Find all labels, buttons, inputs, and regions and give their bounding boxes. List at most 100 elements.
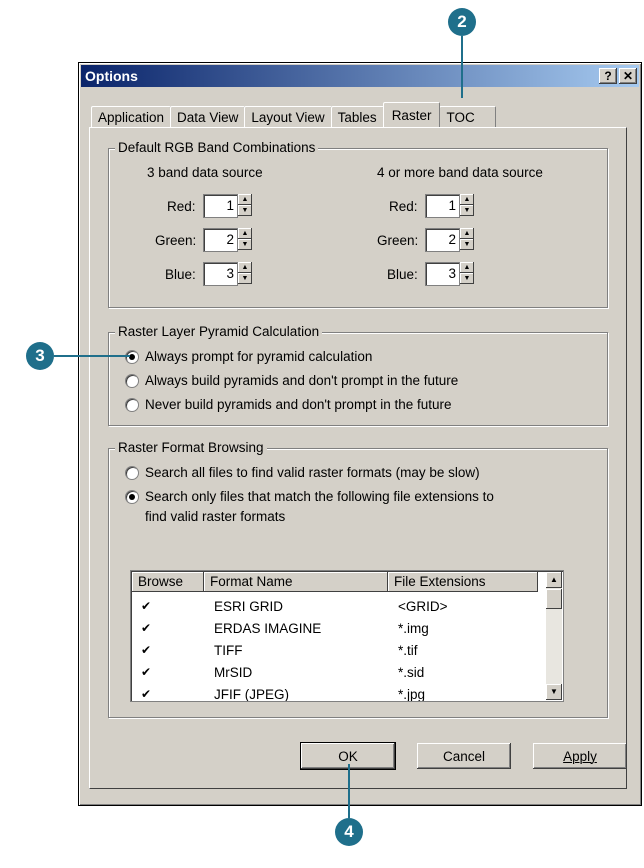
tab-layout-view[interactable]: Layout View: [244, 106, 332, 127]
checkbox-checked-icon[interactable]: ✔: [140, 644, 152, 656]
spin-up-icon[interactable]: ▲: [238, 262, 252, 273]
format-name: JFIF (JPEG): [214, 686, 289, 702]
rgb-band-group: Default RGB Band Combinations 3 band dat…: [108, 140, 608, 308]
title-bar: Options ? ✕: [81, 65, 639, 87]
three-band-blue-spinner[interactable]: 3 ▲ ▼: [203, 262, 253, 286]
dialog-title: Options: [85, 68, 138, 84]
callout-4-line: [348, 764, 350, 818]
pyramid-option-label: Never build pyramids and don't prompt in…: [145, 397, 452, 412]
pyramid-option-always-build[interactable]: Always build pyramids and don't prompt i…: [125, 373, 458, 388]
format-name: ERDAS IMAGINE: [214, 620, 322, 636]
three-band-green-label: Green:: [155, 233, 197, 248]
spin-up-icon[interactable]: ▲: [460, 228, 474, 239]
spin-down-icon[interactable]: ▼: [460, 239, 474, 250]
four-band-red-value[interactable]: 1: [425, 194, 460, 218]
three-band-red-spinner[interactable]: 1 ▲ ▼: [203, 194, 253, 218]
format-name: TIFF: [214, 642, 243, 658]
apply-button-label: Apply: [563, 748, 597, 764]
list-scrollbar[interactable]: ▲ ▼: [546, 572, 562, 700]
scroll-down-icon[interactable]: ▼: [546, 684, 562, 700]
checkbox-checked-icon[interactable]: ✔: [140, 688, 152, 700]
pyramid-group: Raster Layer Pyramid Calculation Always …: [108, 324, 608, 426]
scroll-thumb[interactable]: [546, 589, 562, 609]
browse-extensions-label: Search only files that match the followi…: [145, 489, 494, 504]
spin-up-icon[interactable]: ▲: [238, 194, 252, 205]
four-band-blue-spinner[interactable]: 3 ▲ ▼: [425, 262, 475, 286]
pyramid-option-prompt[interactable]: Always prompt for pyramid calculation: [125, 349, 372, 364]
list-row[interactable]: ✔ ERDAS IMAGINE *.img: [132, 617, 538, 639]
apply-button[interactable]: Apply: [533, 743, 627, 769]
callout-3-line: [54, 355, 130, 357]
radio-icon[interactable]: [125, 465, 139, 480]
file-extension: *.tif: [398, 642, 418, 658]
tab-data-view[interactable]: Data View: [170, 106, 246, 127]
checkbox-checked-icon[interactable]: ✔: [140, 666, 152, 678]
spin-up-icon[interactable]: ▲: [460, 262, 474, 273]
radio-icon[interactable]: [125, 373, 139, 388]
raster-tab-page: Default RGB Band Combinations 3 band dat…: [89, 127, 627, 789]
format-name: ESRI GRID: [214, 598, 284, 614]
spin-up-icon[interactable]: ▲: [238, 228, 252, 239]
rgb-band-legend: Default RGB Band Combinations: [115, 140, 319, 155]
raster-format-list[interactable]: Browse Format Name File Extensions ✔ ESR…: [130, 570, 564, 702]
three-band-blue-value[interactable]: 3: [203, 262, 238, 286]
tab-strip: Application Data View Layout View Tables…: [91, 102, 496, 127]
three-band-green-value[interactable]: 2: [203, 228, 238, 252]
tab-raster[interactable]: Raster: [382, 102, 441, 127]
spin-down-icon[interactable]: ▼: [460, 205, 474, 216]
format-name: MrSID: [214, 664, 253, 680]
pyramid-legend: Raster Layer Pyramid Calculation: [115, 324, 323, 339]
file-extension: <GRID>: [398, 598, 448, 614]
cancel-button[interactable]: Cancel: [417, 743, 511, 769]
four-band-blue-label: Blue:: [387, 267, 418, 282]
four-band-blue-value[interactable]: 3: [425, 262, 460, 286]
scroll-up-icon[interactable]: ▲: [546, 572, 562, 588]
help-button[interactable]: ?: [599, 68, 617, 84]
checkbox-checked-icon[interactable]: ✔: [140, 600, 152, 612]
three-band-green-spinner[interactable]: 2 ▲ ▼: [203, 228, 253, 252]
callout-3: 3: [26, 342, 54, 370]
four-band-green-spinner[interactable]: 2 ▲ ▼: [425, 228, 475, 252]
spin-down-icon[interactable]: ▼: [238, 239, 252, 250]
column-file-extensions[interactable]: File Extensions: [388, 572, 538, 592]
browse-extensions-label-continued: find valid raster formats: [145, 509, 286, 524]
checkbox-checked-icon[interactable]: ✔: [140, 622, 152, 634]
callout-4: 4: [335, 818, 363, 846]
callout-2-line: [461, 36, 463, 98]
three-band-red-label: Red:: [167, 199, 196, 214]
browse-extensions-option[interactable]: Search only files that match the followi…: [125, 489, 494, 504]
list-header: Browse Format Name File Extensions: [132, 572, 538, 592]
callout-2: 2: [448, 8, 476, 36]
list-row[interactable]: ✔ MrSID *.sid: [132, 661, 538, 683]
spin-down-icon[interactable]: ▼: [238, 273, 252, 284]
radio-selected-icon[interactable]: [125, 489, 139, 504]
spin-up-icon[interactable]: ▲: [460, 194, 474, 205]
radio-icon[interactable]: [125, 397, 139, 412]
list-row[interactable]: ✔ TIFF *.tif: [132, 639, 538, 661]
browsing-legend: Raster Format Browsing: [115, 440, 267, 455]
list-row[interactable]: ✔ ESRI GRID <GRID>: [132, 595, 538, 617]
four-band-green-value[interactable]: 2: [425, 228, 460, 252]
file-extension: *.img: [398, 620, 429, 636]
tab-application[interactable]: Application: [91, 106, 172, 127]
three-band-blue-label: Blue:: [165, 267, 196, 282]
three-band-header: 3 band data source: [147, 165, 263, 180]
list-row[interactable]: ✔ JFIF (JPEG) *.jpg: [132, 683, 538, 702]
file-extension: *.sid: [398, 664, 425, 680]
four-band-green-label: Green:: [377, 233, 419, 248]
four-band-header: 4 or more band data source: [377, 165, 543, 180]
pyramid-option-never-build[interactable]: Never build pyramids and don't prompt in…: [125, 397, 452, 412]
column-browse[interactable]: Browse: [132, 572, 204, 592]
column-format-name[interactable]: Format Name: [204, 572, 388, 592]
options-dialog: Options ? ✕ Application Data View Layout…: [78, 62, 642, 806]
close-button[interactable]: ✕: [619, 68, 637, 84]
file-extension: *.jpg: [398, 686, 426, 702]
tab-toc[interactable]: TOC: [439, 106, 496, 127]
browse-all-files-option[interactable]: Search all files to find valid raster fo…: [125, 465, 480, 480]
three-band-red-value[interactable]: 1: [203, 194, 238, 218]
four-band-red-spinner[interactable]: 1 ▲ ▼: [425, 194, 475, 218]
pyramid-option-label: Always prompt for pyramid calculation: [145, 349, 373, 364]
tab-tables[interactable]: Tables: [330, 106, 384, 127]
spin-down-icon[interactable]: ▼: [238, 205, 252, 216]
spin-down-icon[interactable]: ▼: [460, 273, 474, 284]
